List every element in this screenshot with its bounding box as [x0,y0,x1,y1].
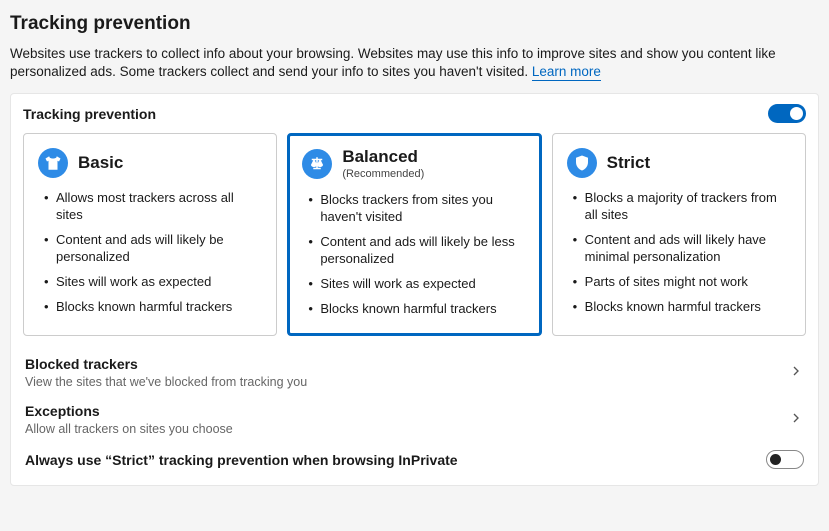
bullet: Sites will work as expected [42,274,262,291]
bullet: Parts of sites might not work [571,274,791,291]
bullet: Content and ads will likely have minimal… [571,232,791,266]
page-description: Websites use trackers to collect info ab… [10,45,819,81]
bullet: Blocks known harmful trackers [306,301,526,318]
card-bullets: Blocks a majority of trackers from all s… [567,190,791,315]
tracking-prevention-toggle[interactable] [768,104,806,123]
level-card-balanced[interactable]: Balanced (Recommended) Blocks trackers f… [287,133,541,336]
card-bullets: Allows most trackers across all sites Co… [38,190,262,315]
bullet: Sites will work as expected [306,276,526,293]
card-head: Strict [567,148,791,178]
card-head: Balanced (Recommended) [302,148,526,180]
chevron-right-icon [788,410,804,429]
blocked-trackers-row[interactable]: Blocked trackers View the sites that we'… [23,346,806,393]
card-bullets: Blocks trackers from sites you haven't v… [302,192,526,317]
row-title: Always use “Strict” tracking prevention … [25,452,458,468]
inprivate-strict-row: Always use “Strict” tracking prevention … [23,440,806,473]
exceptions-row[interactable]: Exceptions Allow all trackers on sites y… [23,393,806,440]
learn-more-link[interactable]: Learn more [532,64,601,81]
card-title: Balanced [342,148,424,167]
bullet: Blocks known harmful trackers [571,299,791,316]
shield-icon [567,148,597,178]
chevron-right-icon [788,363,804,382]
page-description-text: Websites use trackers to collect info ab… [10,46,776,79]
inprivate-strict-toggle[interactable] [766,450,804,469]
row-subtitle: View the sites that we've blocked from t… [25,375,307,389]
page-title: Tracking prevention [10,13,819,35]
bullet: Blocks trackers from sites you haven't v… [306,192,526,226]
panel-header: Tracking prevention [23,104,806,123]
card-recommended-label: (Recommended) [342,168,424,180]
bullet: Content and ads will likely be personali… [42,232,262,266]
row-title: Exceptions [25,403,233,419]
card-title: Basic [78,154,123,173]
scales-icon [302,149,332,179]
bullet: Blocks known harmful trackers [42,299,262,316]
level-card-strict[interactable]: Strict Blocks a majority of trackers fro… [552,133,806,336]
panel-title: Tracking prevention [23,106,156,122]
bullet: Allows most trackers across all sites [42,190,262,224]
shirt-icon [38,148,68,178]
level-card-basic[interactable]: Basic Allows most trackers across all si… [23,133,277,336]
row-title: Blocked trackers [25,356,307,372]
card-title: Strict [607,154,650,173]
bullet: Content and ads will likely be less pers… [306,234,526,268]
row-subtitle: Allow all trackers on sites you choose [25,422,233,436]
bullet: Blocks a majority of trackers from all s… [571,190,791,224]
level-cards: Basic Allows most trackers across all si… [23,133,806,336]
card-head: Basic [38,148,262,178]
tracking-prevention-panel: Tracking prevention Basic Allows most tr… [10,93,819,486]
